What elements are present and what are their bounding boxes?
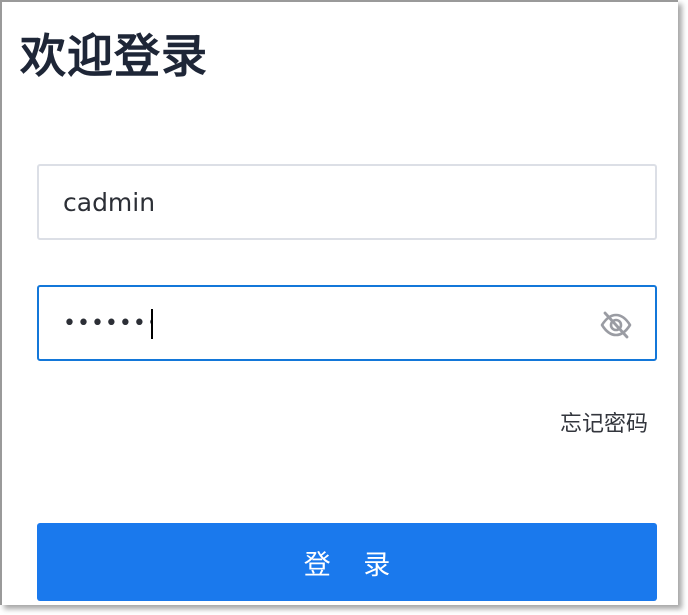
login-button[interactable]: 登 录 [37, 523, 657, 601]
forgot-password-link[interactable]: 忘记密码 [560, 406, 648, 438]
page-title: 欢迎登录 [20, 29, 208, 83]
username-input[interactable] [63, 166, 603, 238]
text-cursor [151, 309, 153, 339]
username-field[interactable] [37, 164, 657, 240]
eye-off-icon[interactable] [599, 308, 633, 342]
password-input[interactable] [63, 287, 151, 359]
login-dialog: 欢迎登录 忘记密码 登 录 [0, 0, 678, 605]
password-field[interactable] [37, 285, 657, 361]
